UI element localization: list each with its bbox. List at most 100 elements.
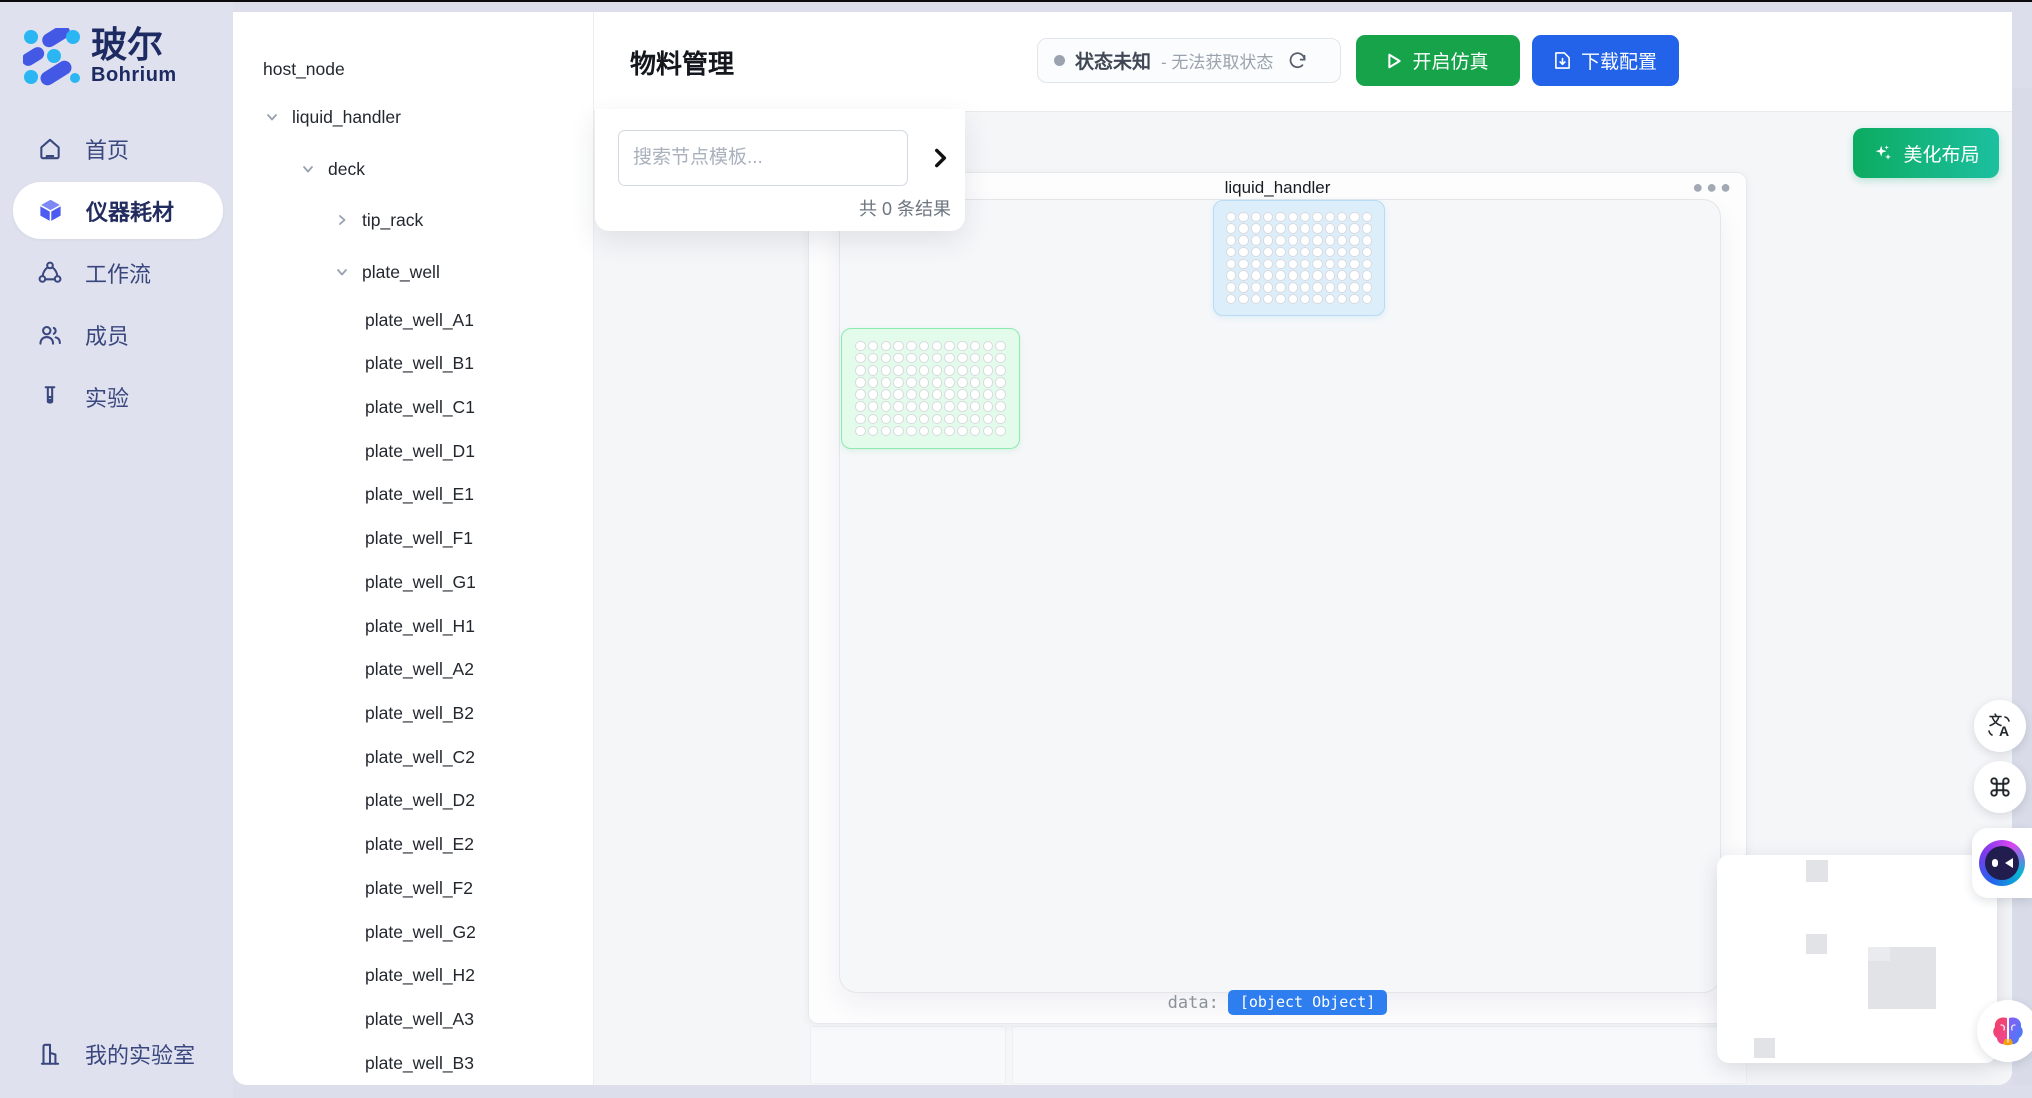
sidebar-item-experiments[interactable]: 实验: [13, 371, 223, 423]
main-area: 物料管理 状态未知 - 无法获取状态 开启仿真 下载配置 liquid_: [594, 12, 2012, 1085]
well: [1288, 259, 1299, 270]
tree-node-plate_well_E2[interactable]: plate_well_E2: [365, 823, 474, 867]
well: [855, 377, 866, 388]
well: [855, 426, 866, 437]
deck-panel[interactable]: [839, 199, 1721, 993]
translate-button[interactable]: 文 A: [1974, 700, 2026, 752]
sidebar-item-instruments[interactable]: 仪器耗材: [13, 182, 223, 239]
well: [868, 426, 879, 437]
well: [868, 341, 879, 352]
well: [932, 341, 943, 352]
search-result-count: 共 0 条结果: [859, 195, 951, 221]
well: [970, 414, 981, 425]
download-config-button[interactable]: 下载配置: [1532, 35, 1679, 86]
command-icon: [1987, 774, 2013, 800]
lab-building-icon: [37, 1041, 63, 1067]
window-top-border: [0, 0, 2032, 2]
tree-node-liquid_handler[interactable]: liquid_handler: [265, 95, 401, 139]
well: [983, 401, 994, 412]
well: [919, 377, 930, 388]
node-menu-icon[interactable]: ●●●: [1692, 177, 1734, 198]
tree-node-plate_well[interactable]: plate_well: [335, 250, 440, 294]
data-value-badge[interactable]: [object Object]: [1228, 990, 1387, 1015]
well: [1349, 282, 1360, 293]
tree-node-plate_well_H2[interactable]: plate_well_H2: [365, 954, 475, 998]
app-logo[interactable]: 玻尔 Bohrium: [23, 26, 177, 87]
well: [855, 401, 866, 412]
tree-node-plate_well_B2[interactable]: plate_well_B2: [365, 691, 474, 735]
sidebar-item-members[interactable]: 成员: [13, 309, 223, 361]
well: [1325, 223, 1336, 234]
well: [983, 389, 994, 400]
well-plate-green[interactable]: [841, 328, 1020, 449]
sidebar-item-my-lab[interactable]: 我的实验室: [13, 1028, 223, 1080]
file-download-icon: [1554, 51, 1571, 70]
tree-node-tip_rack[interactable]: tip_rack: [335, 198, 423, 242]
well: [1300, 223, 1311, 234]
tree-node-label: liquid_handler: [292, 107, 401, 128]
tree-node-host_node[interactable]: host_node: [263, 47, 345, 91]
tree-node-plate_well_D1[interactable]: plate_well_D1: [365, 429, 475, 473]
minimap[interactable]: [1717, 855, 1997, 1063]
well: [919, 401, 930, 412]
well: [906, 389, 917, 400]
refresh-icon[interactable]: [1287, 50, 1308, 71]
tree-node-deck[interactable]: deck: [301, 147, 365, 191]
tree-node-plate_well_C1[interactable]: plate_well_C1: [365, 385, 475, 429]
tree-node-plate_well_A2[interactable]: plate_well_A2: [365, 648, 474, 692]
well: [957, 353, 968, 364]
well: [1275, 235, 1286, 246]
flow-canvas[interactable]: liquid_handler ●●● data: [object Object]…: [594, 112, 2012, 1085]
search-input[interactable]: [618, 130, 908, 186]
ai-brain-button[interactable]: [1977, 1000, 2032, 1062]
well: [1349, 223, 1360, 234]
well: [995, 389, 1006, 400]
sidebar-item-workflow[interactable]: 工作流: [13, 247, 223, 299]
ai-assistant-button[interactable]: [1972, 828, 2032, 898]
tree-node-plate_well_C2[interactable]: plate_well_C2: [365, 735, 475, 779]
well: [893, 414, 904, 425]
well: [1312, 212, 1323, 223]
well: [1226, 235, 1237, 246]
tree-node-label: plate_well_C1: [365, 397, 475, 418]
tree-node-plate_well_G1[interactable]: plate_well_G1: [365, 560, 476, 604]
scrollbar-track[interactable]: [2012, 88, 2032, 1085]
command-palette-button[interactable]: [1974, 761, 2026, 813]
well: [983, 414, 994, 425]
well: [995, 377, 1006, 388]
tree-node-plate_well_F2[interactable]: plate_well_F2: [365, 866, 473, 910]
minimap-node: [1806, 860, 1828, 882]
tree-node-plate_well_E1[interactable]: plate_well_E1: [365, 473, 474, 517]
well: [1263, 247, 1274, 258]
tree-node-label: plate_well_F1: [365, 528, 473, 549]
start-simulation-button[interactable]: 开启仿真: [1356, 35, 1520, 86]
well: [1226, 270, 1237, 281]
tree-node-plate_well_H1[interactable]: plate_well_H1: [365, 604, 475, 648]
well: [995, 341, 1006, 352]
well: [957, 389, 968, 400]
tree-node-plate_well_G2[interactable]: plate_well_G2: [365, 910, 476, 954]
tree-node-plate_well_B3[interactable]: plate_well_B3: [365, 1041, 474, 1085]
tree-node-plate_well_A1[interactable]: plate_well_A1: [365, 298, 474, 342]
tree-node-label: plate_well_D1: [365, 441, 475, 462]
tree-node-plate_well_A3[interactable]: plate_well_A3: [365, 998, 474, 1042]
well: [1275, 282, 1286, 293]
sidebar-item-label: 实验: [85, 381, 129, 413]
status-badge[interactable]: 状态未知 - 无法获取状态: [1037, 38, 1341, 83]
tree-node-plate_well_D2[interactable]: plate_well_D2: [365, 779, 475, 823]
sidebar-item-home[interactable]: 首页: [13, 123, 223, 175]
collapse-arrow-icon[interactable]: [927, 145, 953, 171]
tree-node-label: plate_well_A1: [365, 310, 474, 331]
well-plate-blue[interactable]: [1213, 200, 1385, 316]
well: [944, 389, 955, 400]
tree-node-plate_well_B1[interactable]: plate_well_B1: [365, 342, 474, 386]
well: [919, 353, 930, 364]
well: [944, 401, 955, 412]
tree-node-label: plate_well_H1: [365, 616, 475, 637]
tree-node-plate_well_F1[interactable]: plate_well_F1: [365, 517, 473, 561]
liquid-handler-node[interactable]: liquid_handler ●●● data: [object Object]: [808, 172, 1747, 1024]
well: [1337, 282, 1348, 293]
page-header: 物料管理 状态未知 - 无法获取状态 开启仿真 下载配置: [594, 12, 2012, 112]
beautify-layout-button[interactable]: 美化布局: [1853, 128, 1999, 178]
well: [1362, 294, 1373, 305]
